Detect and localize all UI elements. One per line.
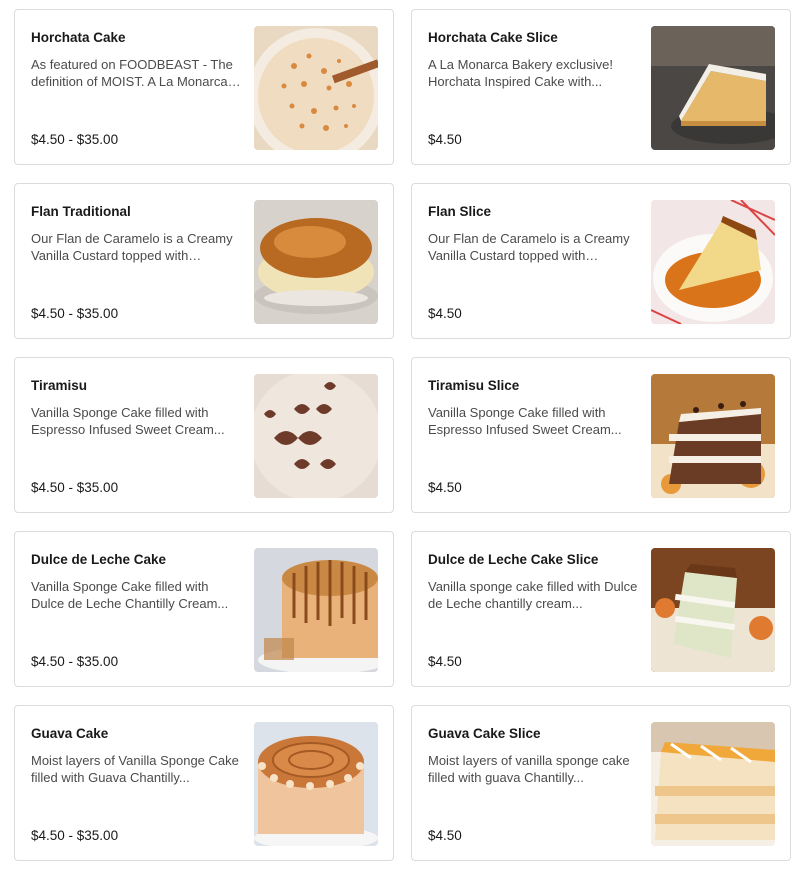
item-title: Guava Cake (31, 726, 109, 741)
menu-item-card[interactable]: Dulce de Leche Cake Slice Vanilla sponge… (411, 531, 791, 687)
item-title: Flan Slice (428, 204, 492, 219)
item-description: As featured on FOODBEAST - The definitio… (31, 57, 233, 89)
menu-item-card[interactable]: Guava Cake Moist layers of Vanilla Spong… (14, 705, 394, 861)
item-price: $4.50 (428, 654, 462, 669)
menu-item-card[interactable]: Horchata Cake Slice A La Monarca Bakery … (411, 9, 791, 165)
item-price: $4.50 - $35.00 (31, 828, 119, 843)
item-description: A La Monarca Bakery exclusive! Horchata … (428, 57, 613, 89)
item-photo (254, 722, 378, 846)
item-photo (651, 374, 775, 498)
item-description: Vanilla Sponge Cake filled with Espresso… (31, 405, 225, 437)
item-description: Vanilla sponge cake filled with Dulce de… (428, 579, 638, 611)
item-description: Our Flan de Caramelo is a Creamy Vanilla… (428, 231, 630, 263)
item-price: $4.50 (428, 828, 462, 843)
item-title: Tiramisu (31, 378, 88, 393)
item-photo (651, 26, 775, 150)
menu-item-card[interactable]: Guava Cake Slice Moist layers of vanilla… (411, 705, 791, 861)
item-photo (651, 200, 775, 324)
menu-item-card[interactable]: Tiramisu Slice Vanilla Sponge Cake fille… (411, 357, 791, 513)
menu-item-card[interactable]: Tiramisu Vanilla Sponge Cake filled with… (14, 357, 394, 513)
item-photo (651, 722, 775, 846)
item-photo (651, 548, 775, 672)
menu-item-card[interactable]: Horchata Cake As featured on FOODBEAST -… (14, 9, 394, 165)
menu-item-card[interactable]: Dulce de Leche Cake Vanilla Sponge Cake … (14, 531, 394, 687)
item-description: Moist layers of Vanilla Sponge Cake fill… (31, 753, 239, 785)
menu-item-card[interactable]: Flan Traditional Our Flan de Caramelo is… (14, 183, 394, 339)
item-price: $4.50 (428, 132, 462, 147)
item-title: Dulce de Leche Cake (31, 552, 167, 567)
menu-grid: Horchata Cake As featured on FOODBEAST -… (0, 0, 805, 873)
item-description: Vanilla Sponge Cake filled with Dulce de… (31, 579, 229, 611)
item-description: Moist layers of vanilla sponge cake fill… (428, 753, 630, 785)
item-title: Horchata Cake Slice (428, 30, 558, 45)
item-photo (254, 200, 378, 324)
menu-item-card[interactable]: Flan Slice Our Flan de Caramelo is a Cre… (411, 183, 791, 339)
item-price: $4.50 - $35.00 (31, 480, 119, 495)
item-title: Dulce de Leche Cake Slice (428, 552, 599, 567)
item-photo (254, 374, 378, 498)
item-title: Tiramisu Slice (428, 378, 520, 393)
item-price: $4.50 (428, 306, 462, 321)
item-price: $4.50 - $35.00 (31, 306, 119, 321)
item-price: $4.50 - $35.00 (31, 132, 119, 147)
item-description: Vanilla Sponge Cake filled with Espresso… (428, 405, 622, 437)
item-price: $4.50 (428, 480, 462, 495)
item-photo (254, 26, 378, 150)
item-price: $4.50 - $35.00 (31, 654, 119, 669)
item-photo (254, 548, 378, 672)
item-description: Our Flan de Caramelo is a Creamy Vanilla… (31, 231, 233, 263)
item-title: Flan Traditional (31, 204, 131, 219)
item-title: Guava Cake Slice (428, 726, 541, 741)
item-title: Horchata Cake (31, 30, 126, 45)
